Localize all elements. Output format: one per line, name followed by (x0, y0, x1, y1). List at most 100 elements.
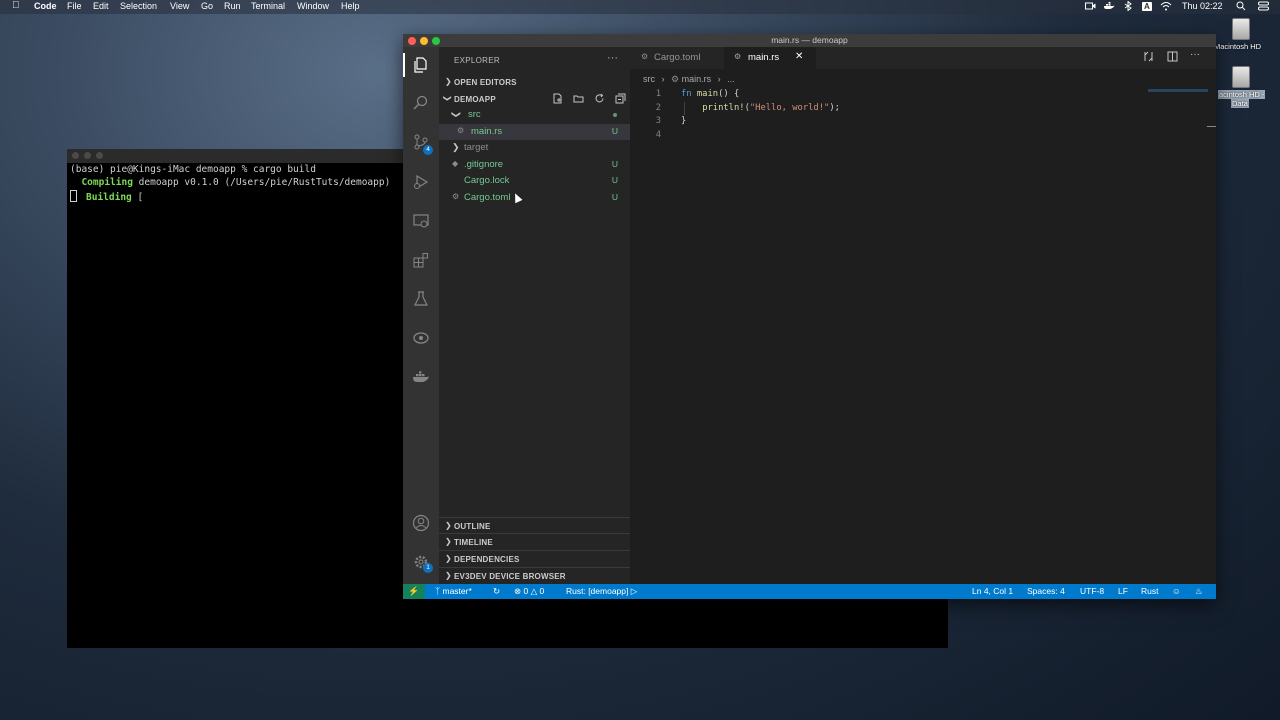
breadcrumb-more[interactable]: ... (727, 74, 735, 84)
menu-terminal[interactable]: Terminal (251, 1, 285, 11)
close-tab-icon[interactable]: ✕ (795, 51, 803, 62)
indentation-setting[interactable]: Spaces: 4 (1027, 586, 1065, 596)
git-branch-item[interactable]: ᛉ master* (435, 586, 472, 596)
tab-label: Cargo.toml (654, 52, 701, 63)
string-literal: "Hello, world!" (749, 103, 830, 113)
keyword-fn: fn (681, 89, 692, 99)
branch-name: master* (442, 586, 472, 596)
terminal-zoom-button[interactable] (96, 152, 103, 159)
tree-file-cargo-toml[interactable]: ⚙ Cargo.toml U (439, 190, 630, 206)
apple-menu-icon[interactable]:  (12, 0, 20, 11)
project-section[interactable]: ❯ DEMOAPP (439, 91, 630, 107)
vscode-titlebar[interactable]: main.rs — demoapp (403, 34, 1216, 47)
breadcrumb-separator-icon: › (661, 74, 665, 84)
notifications-bell-icon[interactable]: ♨ (1195, 586, 1203, 597)
macos-menubar:  Code File Edit Selection View Go Run T… (0, 0, 1280, 14)
tree-file-main-rs[interactable]: ⚙ main.rs U (439, 124, 630, 140)
input-source-indicator[interactable]: A (1142, 2, 1152, 11)
code-line-1[interactable]: 1 fn main() { (635, 89, 740, 103)
settings-badge: 1 (423, 563, 433, 573)
tree-folder-src[interactable]: ❯ src (439, 107, 630, 123)
problems-item[interactable]: ⊗ 0 △ 0 (514, 586, 544, 597)
tree-file-cargo-lock[interactable]: Cargo.lock U (439, 173, 630, 189)
split-editor-icon[interactable] (1167, 51, 1178, 65)
tree-folder-target[interactable]: ❯ target (439, 140, 630, 156)
ev3dev-device-icon[interactable] (412, 329, 430, 347)
tree-item-label: src (468, 109, 481, 120)
breadcrumb-file[interactable]: main.rs (682, 74, 712, 84)
testing-flask-icon[interactable] (412, 290, 430, 308)
timeline-section[interactable]: ❯ TIMELINE (439, 533, 630, 550)
explorer-title: EXPLORER (454, 56, 500, 65)
error-icon: ⊗ (514, 586, 522, 596)
wifi-icon[interactable] (1160, 1, 1172, 11)
feedback-icon[interactable]: ☺ (1172, 586, 1181, 596)
settings-file-icon: ⚙ (452, 192, 460, 201)
menu-run[interactable]: Run (224, 1, 241, 11)
tab-main-rs[interactable]: ⚙ main.rs ✕ (724, 47, 816, 69)
breadcrumb-folder[interactable]: src (643, 74, 655, 84)
new-folder-icon[interactable] (573, 93, 584, 104)
language-mode[interactable]: Rust (1141, 586, 1158, 596)
docker-icon[interactable] (412, 368, 430, 386)
menu-selection[interactable]: Selection (120, 1, 157, 11)
open-editors-section[interactable]: ❯ OPEN EDITORS (439, 74, 630, 90)
terminal-command-line: (base) pie@Kings-iMac demoapp % cargo bu… (70, 164, 316, 175)
rust-analyzer-status[interactable]: Rust: [demoapp] ▷ (566, 586, 637, 597)
outline-label: OUTLINE (454, 522, 491, 531)
eol-setting[interactable]: LF (1118, 586, 1128, 596)
code-punct: } (681, 116, 687, 126)
menu-view[interactable]: View (170, 1, 189, 11)
sync-icon[interactable]: ↻ (493, 586, 500, 597)
tab-cargo-toml[interactable]: ⚙ Cargo.toml (630, 47, 722, 69)
terminal-minimize-button[interactable] (84, 152, 91, 159)
menubar-clock[interactable]: Thu 02:22 (1182, 1, 1223, 11)
outline-section[interactable]: ❯ OUTLINE (439, 517, 630, 534)
control-center-icon[interactable] (1258, 1, 1269, 11)
tree-item-label: Cargo.lock (464, 175, 510, 186)
encoding-setting[interactable]: UTF-8 (1080, 586, 1104, 596)
cursor-position[interactable]: Ln 4, Col 1 (972, 586, 1013, 596)
macintosh-hd-data-disk-icon[interactable] (1232, 66, 1250, 88)
extensions-icon[interactable] (412, 251, 430, 269)
terminal-close-button[interactable] (72, 152, 79, 159)
more-actions-button[interactable]: ··· (1190, 49, 1200, 60)
explorer-more-actions-button[interactable]: ··· (607, 52, 618, 64)
error-count: 0 (523, 586, 529, 596)
refresh-icon[interactable] (594, 93, 605, 104)
bluetooth-icon[interactable] (1123, 0, 1134, 12)
terminal-building-line: Building [ (70, 190, 143, 203)
code-punct: () { (718, 89, 740, 99)
minimap[interactable] (1148, 89, 1208, 92)
tree-file-gitignore[interactable]: ◆ .gitignore U (439, 157, 630, 173)
macintosh-hd-disk-icon[interactable] (1232, 18, 1250, 40)
search-icon[interactable] (412, 94, 430, 112)
menu-go[interactable]: Go (201, 1, 213, 11)
accounts-icon[interactable] (412, 514, 430, 532)
remote-explorer-icon[interactable] (412, 212, 430, 230)
code-line-2[interactable]: 2 println!("Hello, world!"); (635, 103, 840, 117)
menu-edit[interactable]: Edit (93, 1, 109, 11)
app-menu-code[interactable]: Code (34, 1, 57, 11)
run-debug-icon[interactable] (412, 173, 430, 191)
chevron-right-icon: ❯ (445, 77, 452, 86)
open-changes-icon[interactable] (1143, 51, 1154, 65)
ev3dev-browser-section[interactable]: ❯ EV3DEV DEVICE BROWSER (439, 567, 630, 584)
spotlight-search-icon[interactable] (1236, 1, 1247, 11)
docker-tray-icon[interactable] (1103, 1, 1115, 11)
chevron-right-icon: ❯ (445, 554, 452, 563)
code-line-4[interactable]: 4 (635, 130, 681, 144)
remote-indicator-button[interactable]: ⚡ (403, 584, 425, 599)
menu-window[interactable]: Window (297, 1, 329, 11)
vscode-window[interactable]: main.rs — demoapp 4 1 EXPLORER ··· ❯ OPE… (403, 34, 1216, 599)
new-file-icon[interactable] (552, 93, 563, 104)
menu-help[interactable]: Help (341, 1, 360, 11)
collapse-all-icon[interactable] (615, 93, 626, 104)
git-status-untracked: U (611, 175, 618, 185)
code-line-3[interactable]: 3} (635, 116, 687, 130)
dependencies-section[interactable]: ❯ DEPENDENCIES (439, 550, 630, 567)
explorer-icon[interactable] (412, 56, 430, 74)
menu-file[interactable]: File (67, 1, 82, 11)
screen-record-icon[interactable] (1085, 1, 1096, 11)
compiling-verb: Compiling (81, 177, 133, 188)
